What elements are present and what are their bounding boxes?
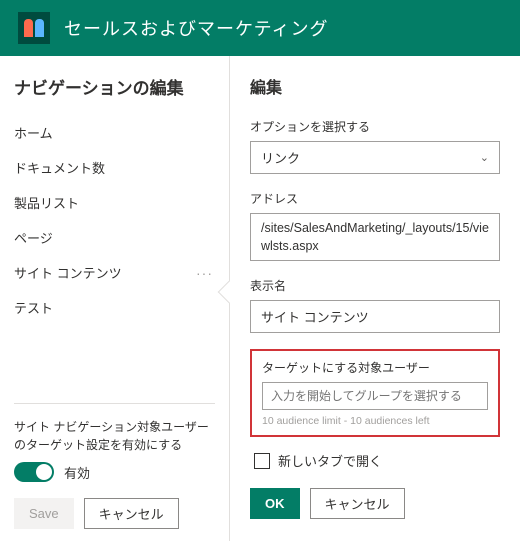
save-button: Save bbox=[14, 498, 74, 529]
chevron-down-icon: ⌄ bbox=[480, 151, 489, 164]
nav-item-products[interactable]: 製品リスト ··· bbox=[12, 185, 215, 220]
address-label: アドレス bbox=[250, 190, 500, 207]
cancel-button[interactable]: キャンセル bbox=[84, 498, 179, 529]
nav-item-label: サイト コンテンツ bbox=[14, 263, 122, 282]
audience-targeting-section: サイト ナビゲーション対象ユーザーのターゲット設定を有効にする 有効 bbox=[14, 403, 215, 482]
target-audiences-section: ターゲットにする対象ユーザー 10 audience limit - 10 au… bbox=[250, 349, 500, 437]
nav-item-label: テスト bbox=[14, 298, 53, 317]
edit-heading: 編集 bbox=[250, 74, 500, 98]
nav-edit-heading: ナビゲーションの編集 bbox=[14, 74, 215, 99]
nav-item-home[interactable]: ホーム ··· bbox=[12, 115, 215, 150]
option-label: オプションを選択する bbox=[250, 118, 500, 135]
target-label: ターゲットにする対象ユーザー bbox=[262, 359, 488, 376]
ok-button[interactable]: OK bbox=[250, 488, 300, 519]
nav-item-label: ホーム bbox=[14, 123, 53, 142]
edit-link-panel: 編集 オプションを選択する リンク ⌄ アドレス /sites/SalesAnd… bbox=[230, 56, 520, 541]
nav-item-label: ドキュメント数 bbox=[14, 158, 105, 177]
cancel-button-right[interactable]: キャンセル bbox=[310, 488, 405, 519]
option-select[interactable]: リンク ⌄ bbox=[250, 141, 500, 174]
audience-targeting-toggle[interactable] bbox=[14, 462, 54, 482]
nav-edit-panel: ナビゲーションの編集 ホーム ··· ドキュメント数 ··· 製品リスト ···… bbox=[0, 56, 230, 541]
ellipsis-icon[interactable]: ··· bbox=[196, 265, 213, 281]
open-new-tab-label: 新しいタブで開く bbox=[278, 451, 382, 470]
nav-list: ホーム ··· ドキュメント数 ··· 製品リスト ··· ページ ··· サイ… bbox=[12, 115, 215, 399]
address-input[interactable]: /sites/SalesAndMarketing/_layouts/15/vie… bbox=[250, 213, 500, 261]
target-hint: 10 audience limit - 10 audiences left bbox=[262, 415, 488, 427]
nav-item-documents[interactable]: ドキュメント数 ··· bbox=[12, 150, 215, 185]
site-logo bbox=[18, 12, 50, 44]
display-name-label: 表示名 bbox=[250, 277, 500, 294]
option-value: リンク bbox=[261, 148, 300, 167]
site-title: セールスおよびマーケティング bbox=[64, 15, 329, 41]
suite-header: セールスおよびマーケティング bbox=[0, 0, 520, 56]
nav-item-label: ページ bbox=[14, 228, 53, 247]
nav-item-site-contents[interactable]: サイト コンテンツ ··· bbox=[12, 255, 215, 290]
toggle-label: サイト ナビゲーション対象ユーザーのターゲット設定を有効にする bbox=[14, 418, 215, 454]
nav-item-test[interactable]: テスト ··· bbox=[12, 290, 215, 325]
toggle-state-text: 有効 bbox=[64, 463, 90, 482]
display-name-input[interactable]: サイト コンテンツ bbox=[250, 300, 500, 333]
nav-item-pages[interactable]: ページ ··· bbox=[12, 220, 215, 255]
nav-item-label: 製品リスト bbox=[14, 193, 79, 212]
target-audiences-input[interactable] bbox=[262, 382, 488, 410]
open-new-tab-checkbox[interactable] bbox=[254, 453, 270, 469]
